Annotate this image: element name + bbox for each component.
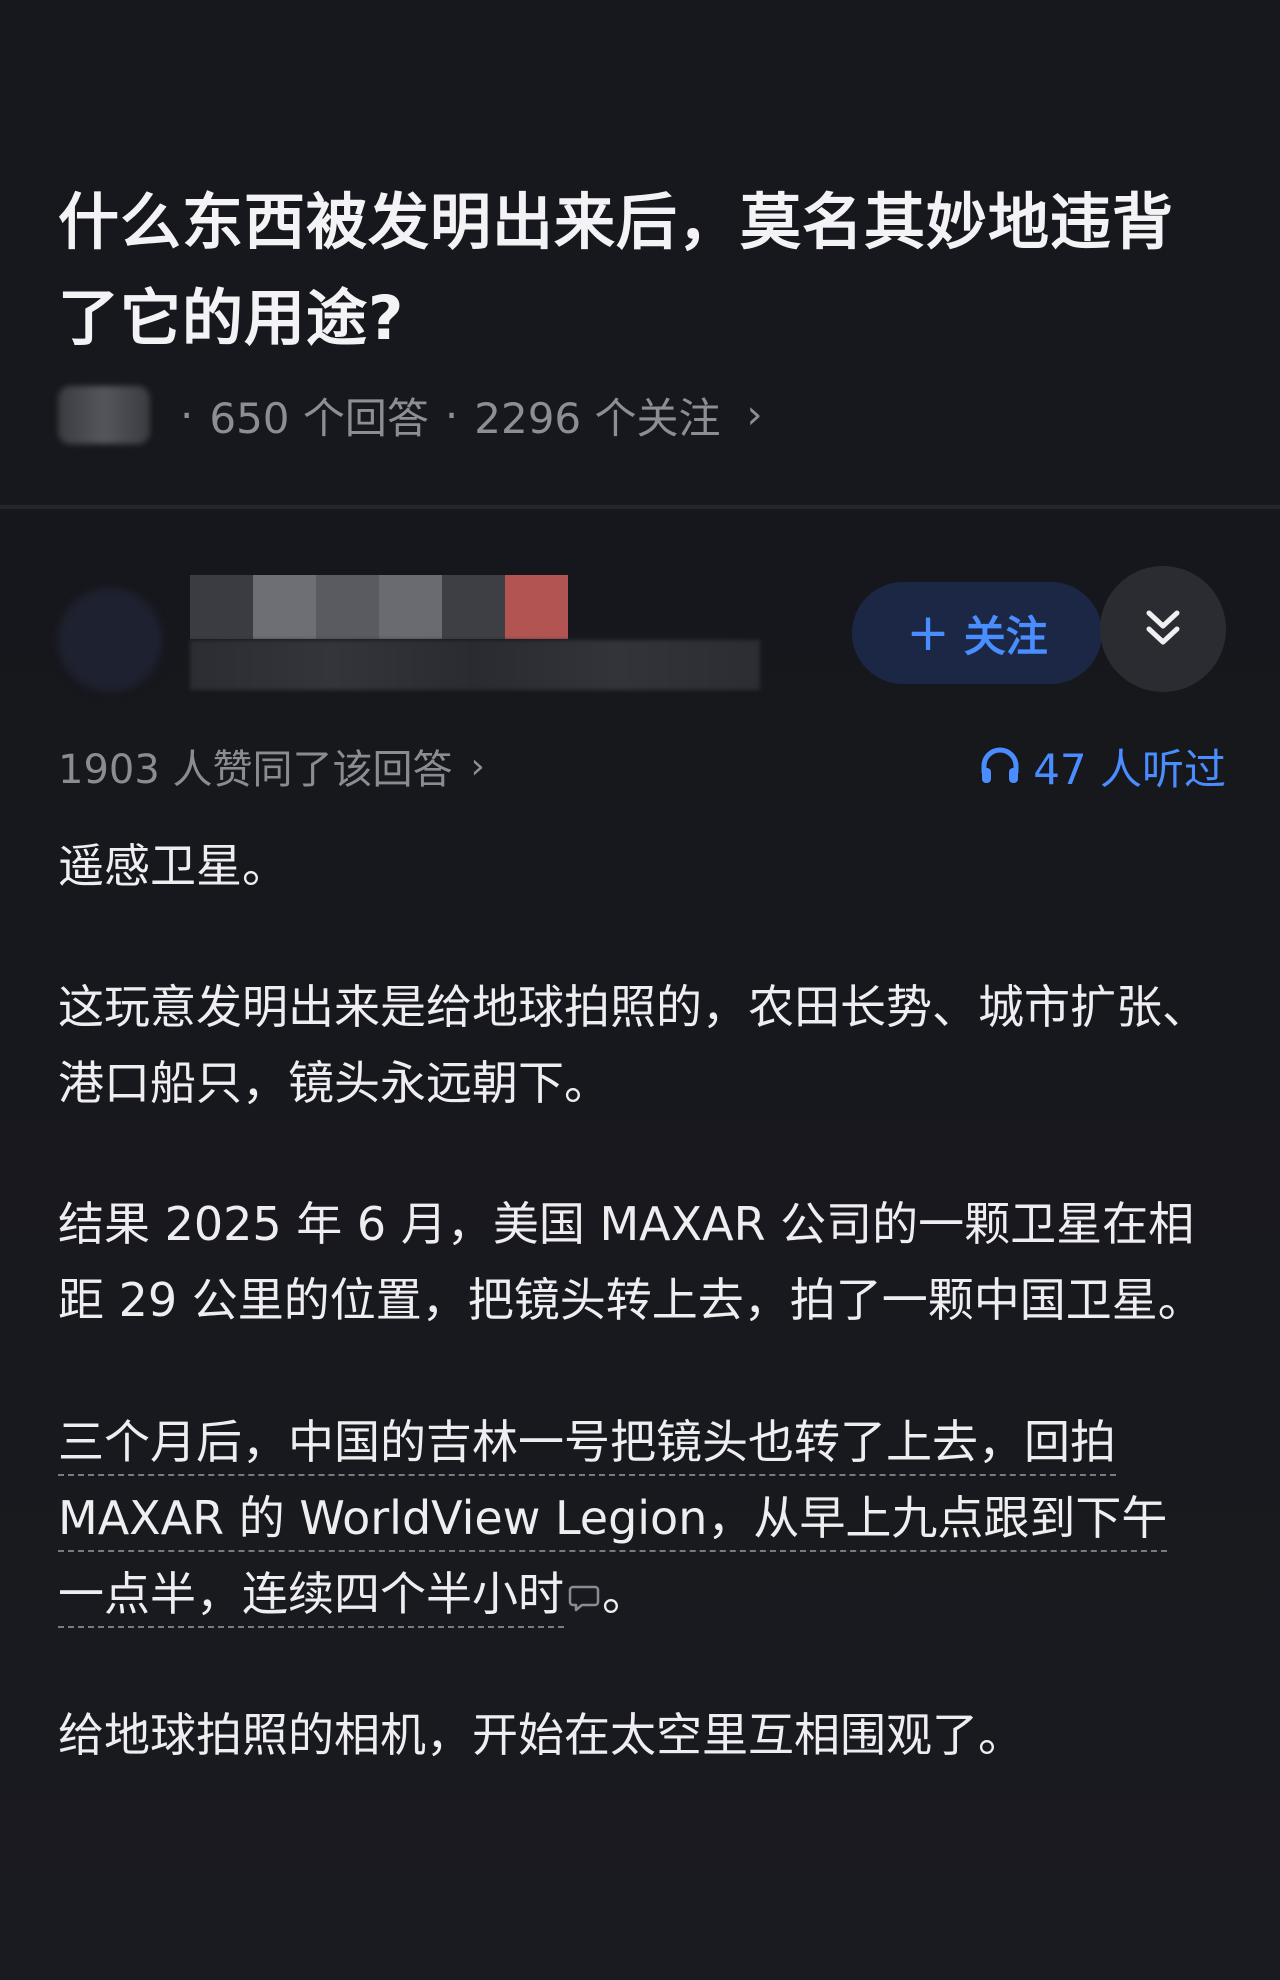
answer-paragraph-linked[interactable]: 三个月后，中国的吉林一号把镜头也转了上去，回拍 MAXAR 的 WorldVie…: [58, 1404, 1208, 1632]
follow-button[interactable]: + 关注: [852, 582, 1102, 684]
separator-dot: ·: [444, 390, 459, 440]
headphones-icon: [981, 747, 1019, 783]
collapse-button[interactable]: [1100, 566, 1226, 692]
listens-row[interactable]: 47 人听过: [979, 736, 1226, 796]
answer-paragraph: 给地球拍照的相机，开始在太空里互相围观了。: [58, 1708, 1024, 1762]
question-title[interactable]: 什么东西被发明出来后，莫名其妙地违背了它的用途?: [58, 175, 1228, 367]
followers-count: 2296 个关注: [474, 393, 721, 443]
double-chevron-down-icon: [1146, 610, 1180, 645]
question-meta[interactable]: · 650 个回答 · 2296 个关注 ›: [58, 385, 763, 445]
divider: [0, 505, 1280, 509]
answer-paragraph: 结果 2025 年 6 月，美国 MAXAR 公司的一颗卫星在相距 29 公里的…: [58, 1197, 1204, 1327]
upvotes-row[interactable]: 1903 人赞同了该回答 ›: [58, 736, 485, 796]
chevron-right-icon: ›: [746, 392, 763, 438]
comment-bubble-icon[interactable]: [568, 1583, 600, 1613]
answers-count: 650 个回答: [209, 393, 429, 443]
chevron-right-icon: ›: [470, 745, 485, 787]
listens-text: 47 人听过: [1033, 744, 1226, 794]
paragraph-end: 。: [602, 1567, 648, 1621]
answer-paragraph: 这玩意发明出来是给地球拍照的，农田长势、城市扩张、港口船只，镜头永远朝下。: [58, 980, 1208, 1110]
plus-icon: +: [906, 603, 950, 663]
answer-paragraph: 遥感卫星。: [58, 839, 288, 893]
question-header: 什么东西被发明出来后，莫名其妙地违背了它的用途? · 650 个回答 · 229…: [0, 0, 1280, 505]
upvotes-text: 1903 人赞同了该回答: [58, 747, 453, 793]
page: 什么东西被发明出来后，莫名其妙地违背了它的用途? · 650 个回答 · 229…: [0, 0, 1280, 1980]
answer-author-bio-blurred: [190, 640, 760, 690]
separator-dot: ·: [180, 390, 194, 440]
answer-author-name-blurred[interactable]: [190, 575, 568, 639]
answer-content: 遥感卫星。 这玩意发明出来是给地球拍照的，农田长势、城市扩张、港口船只，镜头永远…: [58, 828, 1208, 1838]
follow-label: 关注: [963, 611, 1048, 661]
author-avatar-blurred: [58, 386, 150, 444]
answer-author-avatar-blurred[interactable]: [58, 588, 162, 692]
